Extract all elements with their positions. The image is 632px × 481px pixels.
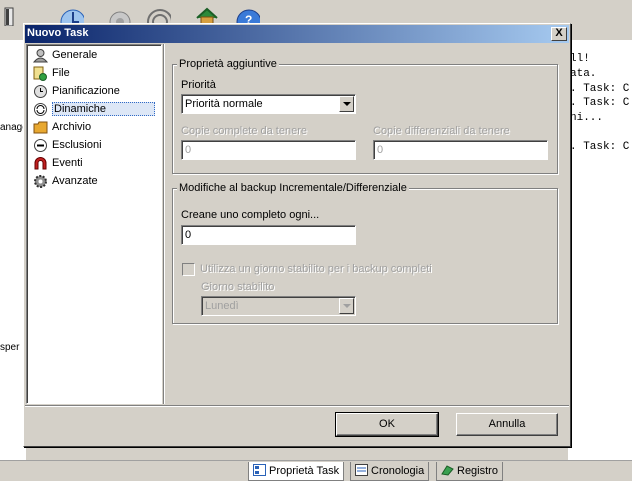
nav-item-scheduling[interactable]: Pianificazione: [30, 83, 160, 100]
magnet-icon: [34, 157, 47, 170]
tab-history[interactable]: Cronologia: [350, 462, 430, 481]
log-line: ni...: [570, 112, 604, 124]
log-line: ata.: [570, 68, 597, 80]
nav-item-dynamics[interactable]: Dinamiche: [30, 101, 160, 118]
clock-icon: [34, 85, 47, 98]
nav-item-archive[interactable]: Archivio: [30, 119, 160, 136]
fixed-day-select[interactable]: Lunedì: [201, 296, 356, 316]
close-button[interactable]: X: [551, 27, 567, 41]
create-full-value: 0: [185, 229, 192, 241]
fixed-day-checkbox-label: Utilizza un giorno stabilito per i backu…: [200, 263, 432, 275]
log-line: ll!: [570, 53, 590, 65]
user-icon: [33, 49, 48, 63]
create-full-input[interactable]: 0: [181, 225, 356, 245]
tab-label: Proprietà Task: [269, 465, 340, 477]
section-list: Generale File Pianificazione Dinamiche A…: [26, 44, 162, 404]
tab-task-properties[interactable]: Proprietà Task: [248, 462, 345, 481]
fixed-day-value: Lunedì: [205, 300, 239, 312]
priority-value: Priorità normale: [185, 98, 263, 110]
log-line: . Task: C: [570, 83, 630, 95]
nav-item-advanced[interactable]: Avanzate: [30, 173, 160, 190]
fixed-day-label: Giorno stabilito: [201, 281, 275, 293]
priority-label: Priorità: [181, 79, 216, 91]
close-icon: X: [555, 27, 563, 39]
incremental-changes-group: Modifiche al backup Incrementale/Differe…: [172, 182, 558, 324]
group-legend: Modifiche al backup Incrementale/Differe…: [177, 182, 409, 194]
nav-item-label: Generale: [52, 49, 98, 61]
minus-icon: [34, 139, 47, 152]
background-log-pane: ll! ata. . Task: C . Task: C ni... . Tas…: [568, 40, 632, 460]
nav-item-label: Archivio: [52, 121, 92, 133]
priority-select[interactable]: Priorità normale: [181, 94, 356, 114]
create-full-label: Creane uno completo ogni...: [181, 209, 320, 221]
log-line: . Task: C: [570, 97, 630, 109]
group-legend: Proprietà aggiuntive: [177, 58, 279, 70]
nav-item-events[interactable]: Eventi: [30, 155, 160, 172]
file-icon: [33, 66, 47, 81]
chevron-down-icon[interactable]: [339, 96, 354, 112]
nav-item-label: Dinamiche: [52, 102, 155, 116]
splitter[interactable]: [163, 44, 165, 404]
cancel-button[interactable]: Annulla: [456, 413, 558, 436]
properties-icon: [253, 464, 266, 476]
folder-icon: [33, 121, 48, 134]
dialog-titlebar[interactable]: Nuovo Task X: [25, 25, 569, 43]
chevron-down-icon[interactable]: [339, 298, 354, 314]
nav-item-exclusions[interactable]: Esclusioni: [30, 137, 160, 154]
full-copies-input[interactable]: 0: [181, 140, 356, 160]
log-line: . Task: C: [570, 141, 630, 153]
nav-item-label: Pianificazione: [52, 85, 120, 97]
nav-item-label: Eventi: [52, 157, 83, 169]
gear-icon: [34, 175, 47, 188]
toolbar-device-icon[interactable]: [2, 4, 18, 26]
history-icon: [355, 464, 368, 476]
diff-copies-label: Copie differenziali da tenere: [373, 125, 510, 137]
tab-log[interactable]: Registro: [436, 462, 503, 481]
fixed-day-checkbox[interactable]: [182, 263, 195, 276]
new-task-dialog: Nuovo Task X Generale File Pianificazion…: [23, 23, 571, 447]
ok-button[interactable]: OK: [335, 412, 439, 437]
diff-copies-value: 0: [377, 144, 384, 156]
nav-item-file[interactable]: File: [30, 65, 160, 82]
diff-copies-input[interactable]: 0: [373, 140, 548, 160]
nav-item-general[interactable]: Generale: [30, 47, 160, 64]
nav-item-label: File: [52, 67, 70, 79]
tab-label: Registro: [457, 465, 498, 477]
nav-item-label: Esclusioni: [52, 139, 102, 151]
full-copies-label: Copie complete da tenere: [181, 125, 307, 137]
tab-label: Cronologia: [371, 465, 425, 477]
additional-properties-group: Proprietà aggiuntive Priorità Priorità n…: [172, 58, 558, 174]
nav-item-label: Avanzate: [52, 175, 98, 187]
button-separator: [25, 405, 569, 407]
log-icon: [441, 465, 454, 476]
dialog-title: Nuovo Task: [27, 27, 89, 39]
full-copies-value: 0: [185, 144, 192, 156]
sync-icon: [34, 103, 47, 116]
